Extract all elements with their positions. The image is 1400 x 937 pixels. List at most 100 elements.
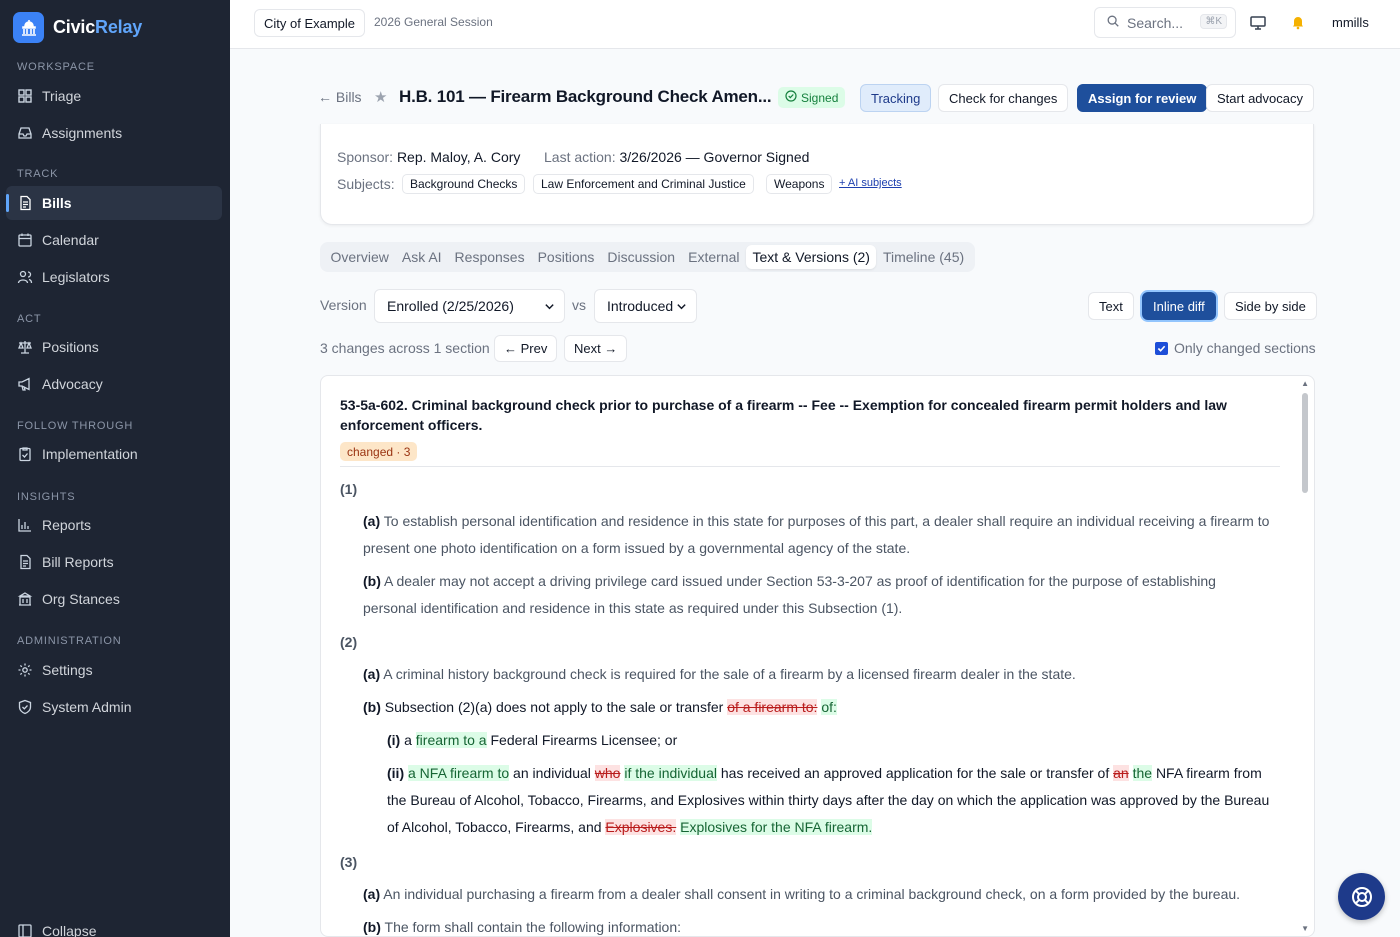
sidebar-item-implementation[interactable]: Implementation <box>6 437 222 471</box>
org-switcher[interactable]: City of Example <box>254 9 366 37</box>
scrollbar-thumb[interactable] <box>1302 393 1308 493</box>
scroll-down-arrow-icon[interactable]: ▼ <box>1301 924 1309 933</box>
sidebar-item-label: Assignments <box>42 125 123 141</box>
sidebar-item-legislators[interactable]: Legislators <box>6 260 222 294</box>
sidebar-item-label: Legislators <box>42 269 110 285</box>
view-side-by-side-button[interactable]: Side by side <box>1224 292 1317 320</box>
version-right-select[interactable]: Introduced <box>594 289 697 323</box>
brand[interactable]: CivicRelay <box>13 12 142 43</box>
only-changed-label[interactable]: Only changed sections <box>1174 340 1316 356</box>
subjects-label: Subjects: <box>337 176 395 192</box>
inserted-text: Explosives for the NFA firearm. <box>680 819 873 835</box>
star-icon[interactable]: ★ <box>374 88 387 106</box>
panel-collapse-icon <box>17 923 33 937</box>
capitol-logo-icon <box>13 12 44 43</box>
document-icon <box>17 195 33 211</box>
search-icon <box>1106 14 1120 31</box>
view-inline-diff-button[interactable]: Inline diff <box>1142 292 1216 320</box>
sidebar-item-advocacy[interactable]: Advocacy <box>6 367 222 401</box>
nav-section-act: ACT <box>17 313 42 325</box>
bell-icon[interactable] <box>1290 14 1308 32</box>
sidebar-item-label: Reports <box>42 517 92 533</box>
sidebar-item-label: Bills <box>42 195 72 211</box>
sidebar-item-label: Calendar <box>42 232 99 248</box>
tab-external[interactable]: External <box>682 245 746 269</box>
sidebar-item-settings[interactable]: Settings <box>6 653 222 687</box>
scroll-up-arrow-icon[interactable]: ▲ <box>1301 379 1309 388</box>
check-icon <box>1157 345 1166 352</box>
sidebar-item-calendar[interactable]: Calendar <box>6 223 222 257</box>
assign-for-review-button[interactable]: Assign for review <box>1077 84 1208 112</box>
sidebar-item-label: System Admin <box>42 699 132 715</box>
inserted-text: the <box>1132 765 1153 781</box>
status-badge: Signed <box>778 87 846 108</box>
tab-text-versions[interactable]: Text & Versions (2) <box>745 245 877 269</box>
back-to-bills-link[interactable]: ← Bills <box>318 89 362 105</box>
paragraph-3a: (a) An individual purchasing a firearm f… <box>363 886 1241 902</box>
bill-tabs: Overview Ask AI Responses Positions Disc… <box>320 242 975 272</box>
document-icon <box>17 554 33 570</box>
tracking-button[interactable]: Tracking <box>860 84 932 112</box>
deleted-text: Explosives. <box>605 819 677 835</box>
paragraph-1b: (b) A dealer may not accept a driving pr… <box>363 573 1216 616</box>
divider <box>340 466 1280 467</box>
tab-overview[interactable]: Overview <box>324 245 395 269</box>
calendar-icon <box>17 232 33 248</box>
sponsor-value[interactable]: Rep. Maloy, A. Cory <box>397 149 520 165</box>
deleted-text: who <box>594 765 621 781</box>
sidebar-item-system-admin[interactable]: System Admin <box>6 690 222 724</box>
lifebuoy-icon <box>1351 886 1372 907</box>
check-for-changes-button[interactable]: Check for changes <box>938 84 1069 112</box>
tab-responses[interactable]: Responses <box>448 245 531 269</box>
brand-name: CivicRelay <box>53 17 143 37</box>
tab-discussion[interactable]: Discussion <box>601 245 682 269</box>
search-box[interactable]: Search... ⌘K <box>1094 7 1236 38</box>
sidebar-item-triage[interactable]: Triage <box>6 79 222 113</box>
tab-ask-ai[interactable]: Ask AI <box>395 245 448 269</box>
sidebar-item-bill-reports[interactable]: Bill Reports <box>6 545 222 579</box>
page-title: H.B. 101 — Firearm Background Check Amen… <box>399 87 772 106</box>
tab-positions[interactable]: Positions <box>531 245 601 269</box>
paragraph-1a: (a) To establish personal identification… <box>363 513 1270 556</box>
help-button[interactable] <box>1338 873 1385 920</box>
ai-subjects-link[interactable]: + AI subjects <box>839 177 902 189</box>
sidebar-item-label: Settings <box>42 662 93 678</box>
sidebar-item-label: Advocacy <box>42 376 103 392</box>
version-left-select[interactable]: Enrolled (2/25/2026) <box>374 289 565 323</box>
nav-section-track: TRACK <box>17 168 59 180</box>
user-menu[interactable]: mmills <box>1332 15 1369 30</box>
prev-change-button[interactable]: ← Prev <box>494 335 558 362</box>
start-advocacy-button[interactable]: Start advocacy <box>1206 84 1314 112</box>
session-label: 2026 General Session <box>374 15 493 29</box>
section-title: 53-5a-602. Criminal background check pri… <box>340 397 1227 433</box>
tab-timeline[interactable]: Timeline (45) <box>876 245 970 269</box>
sidebar-item-assignments[interactable]: Assignments <box>6 116 222 150</box>
chevron-down-icon <box>545 304 554 310</box>
inbox-icon <box>17 125 33 141</box>
monitor-icon[interactable] <box>1249 14 1267 32</box>
subsection-number: (3) <box>340 854 358 870</box>
users-icon <box>17 269 33 285</box>
paragraph-2bii: (ii) a NFA firearm to an individual who … <box>387 765 1270 835</box>
bar-chart-icon <box>17 517 33 533</box>
sidebar-item-reports[interactable]: Reports <box>6 508 222 542</box>
vs-label: vs <box>572 297 586 313</box>
search-input[interactable]: Search... <box>1127 15 1183 31</box>
sidebar-collapse-button[interactable]: Collapse <box>6 914 222 937</box>
only-changed-checkbox[interactable] <box>1155 342 1168 355</box>
next-change-button[interactable]: Next → <box>564 335 628 362</box>
deleted-text: an <box>1113 765 1129 781</box>
sidebar-item-org-stances[interactable]: Org Stances <box>6 582 222 616</box>
shield-icon <box>17 699 33 715</box>
sidebar-item-positions[interactable]: Positions <box>6 330 222 364</box>
subject-chip[interactable]: Weapons <box>766 174 833 194</box>
sidebar-item-label: Collapse <box>42 923 97 937</box>
paragraph-2bi: (i) a firearm to a Federal Firearms Lice… <box>387 732 678 748</box>
subject-chip[interactable]: Law Enforcement and Criminal Justice <box>533 174 754 194</box>
building-icon <box>17 591 33 607</box>
sidebar-item-bills[interactable]: Bills <box>6 186 222 220</box>
view-text-button[interactable]: Text <box>1088 292 1134 320</box>
subject-chip[interactable]: Background Checks <box>402 174 526 194</box>
sidebar-item-label: Triage <box>42 88 82 104</box>
subsection-number: (1) <box>340 481 358 497</box>
